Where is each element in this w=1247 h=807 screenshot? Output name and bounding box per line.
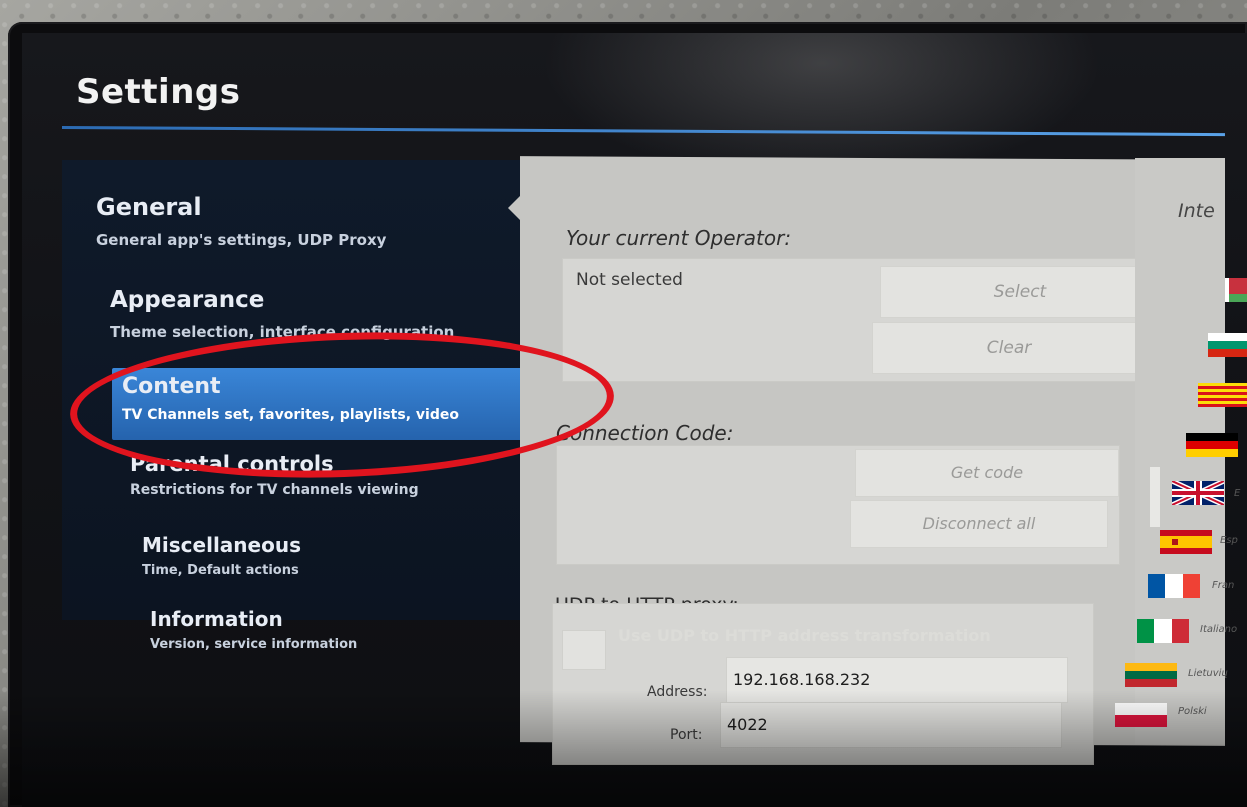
operator-section-title: Your current Operator:: [566, 226, 792, 250]
address-label: Address:: [647, 684, 708, 700]
sidebar-item-general[interactable]: General General app's settings, UDP Prox…: [96, 193, 516, 273]
selection-pointer: [508, 195, 521, 221]
language-name-spanish: Esp: [1220, 535, 1238, 546]
sidebar-item-label: General: [96, 193, 202, 221]
sidebar-item-description: Time, Default actions: [142, 563, 299, 578]
sidebar-item-description: General app's settings, UDP Proxy: [96, 231, 387, 249]
port-field[interactable]: 4022: [720, 702, 1062, 748]
italy-flag-icon[interactable]: [1137, 619, 1189, 643]
uk-flag-icon[interactable]: [1172, 481, 1224, 505]
lithuania-flag-icon[interactable]: [1125, 663, 1177, 687]
sidebar-item-description: TV Channels set, favorites, playlists, v…: [122, 407, 459, 423]
sidebar-item-appearance[interactable]: Appearance Theme selection, interface co…: [110, 287, 520, 357]
bulgaria-flag-icon[interactable]: [1208, 333, 1247, 357]
sidebar-item-label: Appearance: [110, 287, 265, 313]
connection-section-title: Connection Code:: [556, 421, 734, 445]
germany-flag-icon[interactable]: [1186, 433, 1238, 457]
language-name-english: E: [1234, 488, 1241, 499]
port-label: Port:: [670, 727, 703, 743]
sidebar-item-description: Version, service information: [150, 637, 358, 652]
sidebar-item-label: Information: [150, 607, 283, 631]
disconnect-all-button[interactable]: Disconnect all: [850, 500, 1108, 548]
sidebar-item-label: Content: [122, 374, 221, 399]
language-section-title: Inte: [1178, 200, 1215, 222]
language-selection-pointer: [1150, 467, 1160, 527]
page-title: Settings: [76, 72, 241, 112]
language-name-french: Fran: [1212, 580, 1235, 591]
catalonia-flag-icon[interactable]: [1198, 383, 1247, 407]
sidebar-item-label: Parental controls: [130, 452, 334, 476]
udp-transform-label[interactable]: Use UDP to HTTP address transformation: [618, 626, 991, 645]
address-field[interactable]: 192.168.168.232: [726, 657, 1068, 703]
sidebar-item-description: Theme selection, interface configuration: [110, 323, 455, 341]
operator-value: Not selected: [576, 270, 683, 290]
belarus-flag-icon[interactable]: [1225, 278, 1247, 302]
get-code-button[interactable]: Get code: [855, 449, 1119, 497]
select-operator-button[interactable]: Select: [880, 266, 1160, 318]
sidebar-item-miscellaneous[interactable]: Miscellaneous Time, Default actions: [142, 533, 512, 593]
language-name-italian: Italiano: [1200, 624, 1238, 635]
sidebar-item-label: Miscellaneous: [142, 533, 301, 557]
udp-transform-checkbox[interactable]: [562, 630, 606, 670]
poland-flag-icon[interactable]: [1115, 703, 1167, 727]
language-name-lithuanian: Lietuvių: [1188, 668, 1228, 679]
sidebar-item-description: Restrictions for TV channels viewing: [130, 482, 419, 498]
clear-operator-button[interactable]: Clear: [872, 322, 1146, 374]
spain-flag-icon[interactable]: [1160, 530, 1212, 554]
sidebar-item-parental[interactable]: Parental controls Restrictions for TV ch…: [130, 452, 520, 514]
language-name-polish: Polski: [1178, 706, 1207, 717]
sidebar-item-information[interactable]: Information Version, service information: [150, 607, 510, 667]
sidebar-item-content[interactable]: Content TV Channels set, favorites, play…: [112, 368, 532, 440]
france-flag-icon[interactable]: [1148, 574, 1200, 598]
